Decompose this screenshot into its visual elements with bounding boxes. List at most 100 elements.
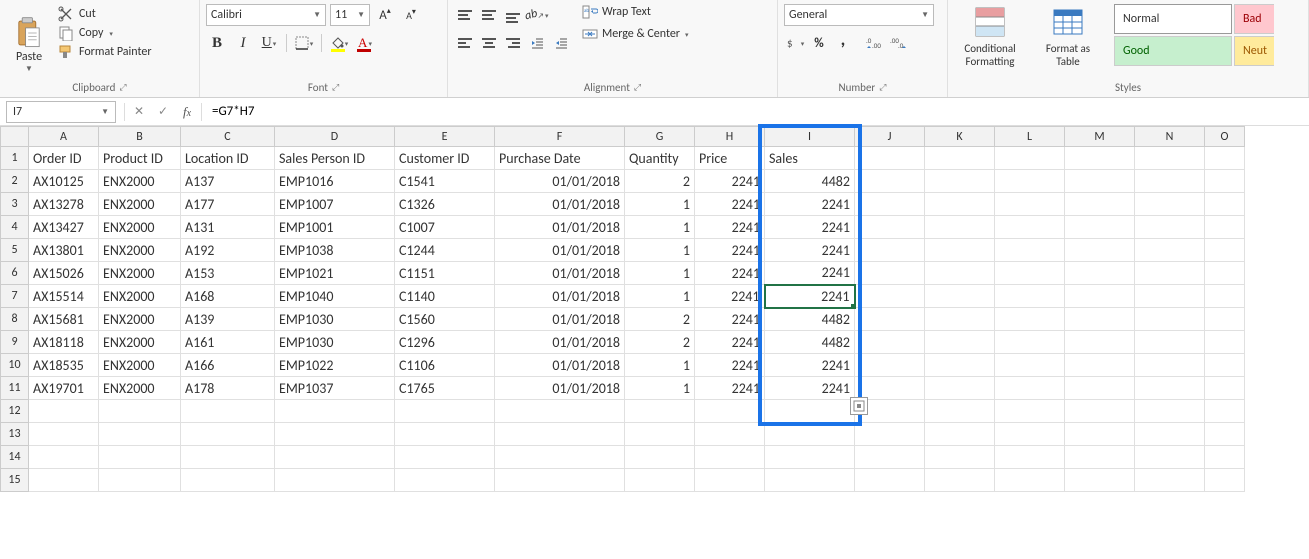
cell[interactable] <box>925 377 995 400</box>
cell[interactable] <box>855 423 925 446</box>
cell[interactable] <box>395 469 495 492</box>
cell[interactable]: 2 <box>625 308 695 331</box>
cell[interactable] <box>395 423 495 446</box>
cell[interactable] <box>855 308 925 331</box>
cell[interactable]: EMP1030 <box>275 331 395 354</box>
row-header[interactable]: 14 <box>1 446 29 469</box>
cell[interactable]: AX19701 <box>29 377 99 400</box>
cell[interactable] <box>925 308 995 331</box>
cell[interactable]: Order ID <box>29 147 99 170</box>
cell[interactable] <box>1135 308 1205 331</box>
cell[interactable] <box>995 170 1065 193</box>
cell[interactable]: C1151 <box>395 262 495 285</box>
cell[interactable]: EMP1022 <box>275 354 395 377</box>
cell[interactable] <box>995 193 1065 216</box>
cell[interactable] <box>855 285 925 308</box>
cell[interactable]: 4482 <box>765 308 855 331</box>
cell[interactable] <box>855 170 925 193</box>
cell[interactable] <box>855 446 925 469</box>
cell[interactable] <box>995 308 1065 331</box>
cell[interactable] <box>695 469 765 492</box>
cell[interactable]: 01/01/2018 <box>495 216 625 239</box>
cell[interactable] <box>1205 216 1245 239</box>
cell[interactable]: 01/01/2018 <box>495 331 625 354</box>
cell[interactable] <box>695 423 765 446</box>
cell[interactable] <box>1065 423 1135 446</box>
cell[interactable]: AX13427 <box>29 216 99 239</box>
cell[interactable] <box>29 400 99 423</box>
cell[interactable]: 2241 <box>695 331 765 354</box>
cell[interactable]: Quantity <box>625 147 695 170</box>
cell[interactable] <box>1205 377 1245 400</box>
cell[interactable] <box>1065 446 1135 469</box>
style-neutral[interactable]: Neut <box>1234 36 1274 66</box>
cell[interactable] <box>275 469 395 492</box>
cell[interactable]: 2241 <box>695 377 765 400</box>
cell[interactable]: 2241 <box>695 239 765 262</box>
cell[interactable] <box>495 446 625 469</box>
cell[interactable] <box>695 400 765 423</box>
cell[interactable]: EMP1016 <box>275 170 395 193</box>
cell[interactable]: 2 <box>625 331 695 354</box>
merge-center-button[interactable]: Merge & Center▾ <box>582 26 689 42</box>
cell[interactable] <box>1135 423 1205 446</box>
cell[interactable]: 1 <box>625 239 695 262</box>
cell[interactable] <box>1065 262 1135 285</box>
cell[interactable]: 2241 <box>765 239 855 262</box>
cell[interactable] <box>1205 147 1245 170</box>
cell[interactable]: ENX2000 <box>99 216 181 239</box>
cell[interactable] <box>1135 354 1205 377</box>
cell[interactable]: EMP1040 <box>275 285 395 308</box>
align-center-button[interactable] <box>478 32 500 54</box>
row-header[interactable]: 11 <box>1 377 29 400</box>
cell[interactable] <box>925 469 995 492</box>
cell[interactable] <box>995 469 1065 492</box>
cell[interactable] <box>275 446 395 469</box>
style-bad[interactable]: Bad <box>1234 4 1274 34</box>
cell[interactable]: AX13801 <box>29 239 99 262</box>
fill-color-button[interactable]: ▾ <box>328 32 350 54</box>
cell[interactable] <box>1065 354 1135 377</box>
column-header[interactable]: K <box>925 127 995 147</box>
cell[interactable] <box>855 469 925 492</box>
insert-function-button[interactable]: fx <box>175 101 199 123</box>
cell[interactable] <box>995 446 1065 469</box>
cell[interactable] <box>995 147 1065 170</box>
column-header[interactable]: J <box>855 127 925 147</box>
cell[interactable]: 2241 <box>695 170 765 193</box>
cell[interactable]: C1007 <box>395 216 495 239</box>
cell[interactable]: AX18118 <box>29 331 99 354</box>
cell[interactable] <box>1135 400 1205 423</box>
cell[interactable]: A192 <box>181 239 275 262</box>
percent-button[interactable]: % <box>808 32 830 54</box>
column-header[interactable]: M <box>1065 127 1135 147</box>
cell-styles-gallery[interactable]: Normal Bad Good Neut <box>1114 4 1274 66</box>
cell[interactable] <box>1065 147 1135 170</box>
cell[interactable] <box>995 423 1065 446</box>
cell[interactable]: 1 <box>625 354 695 377</box>
cell[interactable]: A161 <box>181 331 275 354</box>
cell[interactable]: 2241 <box>765 193 855 216</box>
column-header[interactable]: B <box>99 127 181 147</box>
cell[interactable] <box>1135 193 1205 216</box>
cell[interactable]: A139 <box>181 308 275 331</box>
cell[interactable] <box>855 354 925 377</box>
cell[interactable]: EMP1021 <box>275 262 395 285</box>
cell[interactable]: 2241 <box>765 354 855 377</box>
cell[interactable]: A177 <box>181 193 275 216</box>
copy-button[interactable]: Copy▾ <box>58 25 152 41</box>
cell[interactable] <box>855 193 925 216</box>
cell[interactable]: 4482 <box>765 170 855 193</box>
align-left-button[interactable] <box>454 32 476 54</box>
conditional-formatting-button[interactable]: Conditional Formatting <box>954 4 1026 68</box>
cell[interactable]: AX15681 <box>29 308 99 331</box>
cell[interactable] <box>855 147 925 170</box>
cell[interactable] <box>925 170 995 193</box>
cell[interactable] <box>695 446 765 469</box>
cell[interactable] <box>765 423 855 446</box>
row-header[interactable]: 4 <box>1 216 29 239</box>
cell[interactable]: 2241 <box>695 308 765 331</box>
cell[interactable] <box>1135 170 1205 193</box>
orientation-button[interactable]: ab↗▾ <box>526 4 548 26</box>
cell[interactable]: Customer ID <box>395 147 495 170</box>
